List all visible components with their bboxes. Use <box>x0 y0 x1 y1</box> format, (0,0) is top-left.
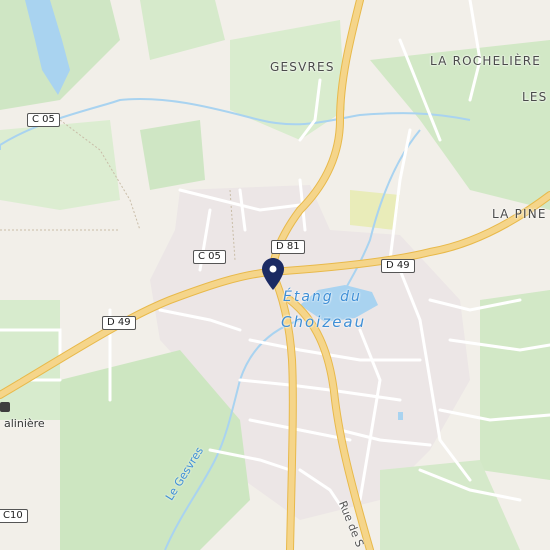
location-pin-icon[interactable] <box>262 258 284 290</box>
place-label-la-pine: LA PINE <box>492 207 547 221</box>
pond <box>398 412 403 420</box>
map-canvas[interactable]: GESVRES LA ROCHELIÈRE LES LA PINE C 05 C… <box>0 0 550 550</box>
road-shield-d49: D 49 <box>381 259 415 273</box>
forest-area <box>480 290 550 480</box>
lake-label-line2: Choizeau <box>281 313 367 331</box>
forest-area <box>0 120 120 210</box>
place-label-gesvres: GESVRES <box>270 60 335 74</box>
place-label-la-rocheliere: LA ROCHELIÈRE <box>430 54 542 68</box>
road-shield-c05: C 05 <box>27 113 60 127</box>
road-shield-d49: D 49 <box>102 316 136 330</box>
place-label-les: LES <box>522 90 548 104</box>
road-shield-d81: D 81 <box>271 240 305 254</box>
bus-stop-icon[interactable] <box>0 402 10 412</box>
road-shield-c10: C10 <box>0 509 28 523</box>
road-shield-c05: C 05 <box>193 250 226 264</box>
forest-area <box>140 120 205 190</box>
bus-stop-label[interactable]: alinière <box>4 417 45 430</box>
lake-label-line1: Étang du <box>283 289 362 305</box>
